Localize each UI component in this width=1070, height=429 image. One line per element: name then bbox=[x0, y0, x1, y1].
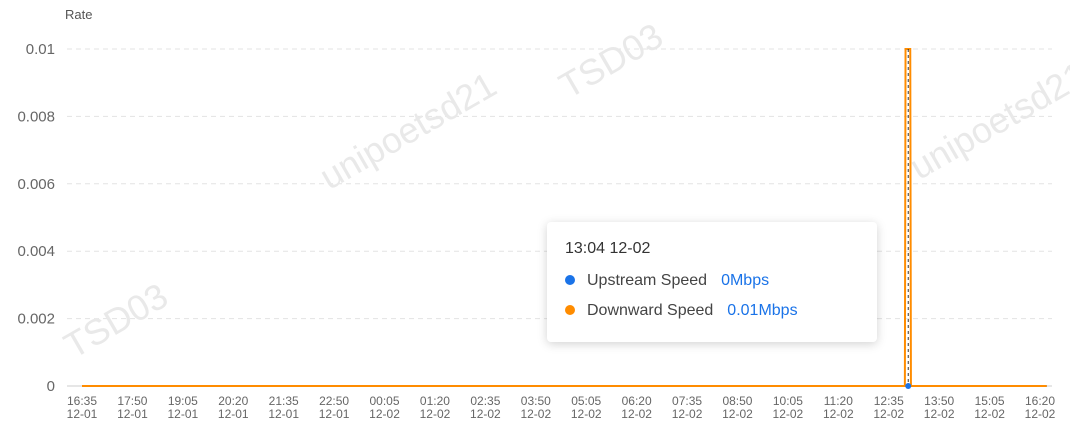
x-tick-time-label: 06:20 bbox=[622, 394, 652, 408]
x-tick-date-label: 12-02 bbox=[1025, 407, 1056, 421]
y-tick-label: 0.01 bbox=[26, 41, 55, 58]
x-tick-date-label: 12-02 bbox=[672, 407, 703, 421]
chart-tooltip: 13:04 12-02 Upstream Speed 0Mbps Downward… bbox=[547, 222, 877, 342]
tooltip-row-upstream: Upstream Speed 0Mbps bbox=[565, 272, 769, 290]
x-tick-date-label: 12-01 bbox=[167, 407, 198, 421]
x-tick-time-label: 01:20 bbox=[420, 394, 450, 408]
x-tick-date-label: 12-02 bbox=[722, 407, 753, 421]
x-tick-date-label: 12-01 bbox=[319, 407, 350, 421]
x-tick-date-label: 12-02 bbox=[873, 407, 904, 421]
x-tick-time-label: 15:05 bbox=[975, 394, 1005, 408]
upstream-legend-dot-icon bbox=[565, 274, 575, 285]
x-tick-time-label: 03:50 bbox=[521, 394, 551, 408]
tooltip-upstream-value: 0Mbps bbox=[721, 272, 770, 289]
x-tick-time-label: 17:50 bbox=[117, 394, 147, 408]
x-tick-date-label: 12-02 bbox=[924, 407, 955, 421]
x-tick-date-label: 12-02 bbox=[571, 407, 602, 421]
x-tick-date-label: 12-02 bbox=[520, 407, 551, 421]
x-tick-time-label: 13:50 bbox=[924, 394, 954, 408]
x-tick-date-label: 12-02 bbox=[470, 407, 501, 421]
hover-point-upstream bbox=[905, 383, 912, 389]
y-tick-label: 0.008 bbox=[17, 108, 55, 125]
x-tick-date-label: 12-01 bbox=[67, 407, 98, 421]
tooltip-row-downward: Downward Speed 0.01Mbps bbox=[565, 302, 798, 320]
x-tick-date-label: 12-01 bbox=[117, 407, 148, 421]
x-tick-time-label: 08:50 bbox=[722, 394, 752, 408]
downward-legend-dot-icon bbox=[565, 304, 575, 315]
tooltip-upstream-label: Upstream Speed bbox=[587, 272, 708, 289]
x-tick-time-label: 00:05 bbox=[370, 394, 400, 408]
x-tick-date-label: 12-01 bbox=[268, 407, 299, 421]
x-tick-time-label: 05:05 bbox=[571, 394, 601, 408]
x-tick-time-label: 10:05 bbox=[773, 394, 803, 408]
tooltip-downward-value: 0.01Mbps bbox=[727, 302, 798, 319]
x-tick-date-label: 12-02 bbox=[369, 407, 400, 421]
x-tick-date-label: 12-02 bbox=[773, 407, 804, 421]
rate-chart: 0.010.0080.0060.0040.002016:3512-0117:50… bbox=[17, 41, 1056, 421]
x-tick-time-label: 07:35 bbox=[672, 394, 702, 408]
x-tick-time-label: 21:35 bbox=[269, 394, 299, 408]
y-tick-label: 0.002 bbox=[17, 311, 55, 328]
x-tick-time-label: 16:20 bbox=[1025, 394, 1055, 408]
x-tick-time-label: 12:35 bbox=[874, 394, 904, 408]
x-tick-time-label: 11:20 bbox=[824, 394, 853, 408]
y-tick-label: 0 bbox=[47, 378, 55, 395]
x-tick-date-label: 12-02 bbox=[420, 407, 451, 421]
tooltip-time: 13:04 12-02 bbox=[565, 240, 651, 257]
x-tick-date-label: 12-01 bbox=[218, 407, 249, 421]
x-tick-date-label: 12-02 bbox=[823, 407, 854, 421]
y-axis-title: Rate bbox=[65, 7, 93, 22]
x-tick-date-label: 12-02 bbox=[621, 407, 652, 421]
x-tick-time-label: 19:05 bbox=[168, 394, 198, 408]
y-tick-label: 0.006 bbox=[17, 176, 55, 193]
x-tick-time-label: 22:50 bbox=[319, 394, 349, 408]
tooltip-downward-label: Downward Speed bbox=[587, 302, 714, 319]
x-tick-time-label: 02:35 bbox=[470, 394, 500, 408]
x-tick-date-label: 12-02 bbox=[974, 407, 1005, 421]
x-tick-time-label: 16:35 bbox=[67, 394, 97, 408]
y-tick-label: 0.004 bbox=[17, 243, 55, 260]
x-tick-time-label: 20:20 bbox=[218, 394, 248, 408]
